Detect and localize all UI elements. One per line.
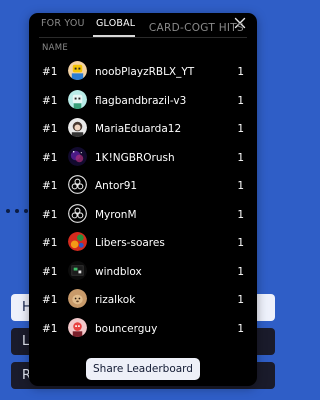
rank: #1 bbox=[42, 322, 58, 335]
rank: #1 bbox=[42, 208, 58, 221]
username: MyronM bbox=[95, 208, 137, 221]
username: rizalkok bbox=[95, 294, 136, 306]
column-header-hits: CARD-COGT HITS bbox=[148, 22, 244, 34]
username: flagbandbrazil-v3 bbox=[95, 94, 187, 107]
biohazard-avatar-icon bbox=[68, 203, 87, 223]
username: 1K!NGBROrush bbox=[95, 151, 175, 164]
tab-for-you[interactable]: FOR YOU bbox=[41, 18, 85, 29]
rank: #1 bbox=[42, 94, 58, 107]
leaderboard-row[interactable]: #1 1K!NGBROrush 1 bbox=[29, 143, 257, 172]
hit-count: 1 bbox=[237, 208, 244, 221]
hit-count: 1 bbox=[237, 66, 244, 78]
username: Antor91 bbox=[95, 180, 138, 192]
leaderboard-row[interactable]: #1 windblox 1 bbox=[29, 257, 257, 286]
hit-count: 1 bbox=[237, 322, 244, 335]
header-divider bbox=[39, 37, 247, 38]
leaderboard-list: #1 noobPlayzRBLX_YT 1 #1 flagbandbrazil-… bbox=[29, 57, 257, 342]
hit-count: 1 bbox=[237, 180, 244, 192]
username: bouncerguy bbox=[95, 322, 158, 335]
tab-global[interactable]: GLOBAL bbox=[96, 18, 135, 29]
hit-count: 1 bbox=[237, 294, 244, 306]
biohazard-avatar-icon bbox=[68, 175, 87, 194]
rank: #1 bbox=[42, 294, 58, 306]
share-leaderboard-button[interactable]: Share Leaderboard bbox=[86, 358, 200, 380]
leaderboard-row[interactable]: #1 rizalkok 1 bbox=[29, 285, 257, 314]
person-avatar-icon bbox=[68, 118, 87, 137]
username: MariaEduarda12 bbox=[95, 123, 182, 135]
leaderboard-row[interactable]: #1 Libers-soares 1 bbox=[29, 228, 257, 257]
roblox-avatar-icon bbox=[68, 61, 87, 80]
hit-count: 1 bbox=[237, 265, 244, 278]
leaderboard-row[interactable]: #1 Antor91 1 bbox=[29, 171, 257, 200]
leaderboard-row[interactable]: #1 bouncerguy 1 bbox=[29, 314, 257, 343]
color-avatar-icon bbox=[68, 232, 87, 251]
game-avatar-icon bbox=[68, 260, 87, 280]
leaderboard-row[interactable]: #1 MariaEduarda12 1 bbox=[29, 114, 257, 143]
rank: #1 bbox=[42, 237, 58, 249]
leaderboard-row[interactable]: #1 MyronM 1 bbox=[29, 200, 257, 229]
rank: #1 bbox=[42, 123, 58, 135]
rank: #1 bbox=[42, 180, 58, 192]
username: Libers-soares bbox=[95, 237, 165, 249]
galaxy-avatar-icon bbox=[68, 146, 87, 166]
hit-count: 1 bbox=[237, 237, 244, 249]
username: windblox bbox=[95, 265, 142, 278]
column-header-name: NAME bbox=[42, 43, 69, 53]
leaderboard-modal: FOR YOU GLOBAL NAME CARD-COGT HITS #1 no… bbox=[29, 13, 257, 386]
rank: #1 bbox=[42, 265, 58, 278]
username: noobPlayzRBLX_YT bbox=[95, 66, 195, 78]
roblox-avatar-icon bbox=[68, 89, 87, 109]
hit-count: 1 bbox=[237, 123, 244, 135]
rank: #1 bbox=[42, 66, 58, 78]
leaderboard-row[interactable]: #1 noobPlayzRBLX_YT 1 bbox=[29, 57, 257, 86]
rank: #1 bbox=[42, 151, 58, 164]
leaderboard-row[interactable]: #1 flagbandbrazil-v3 1 bbox=[29, 86, 257, 115]
hit-count: 1 bbox=[237, 151, 244, 164]
animal-avatar-icon bbox=[68, 289, 87, 308]
hit-count: 1 bbox=[237, 94, 244, 107]
character-avatar-icon bbox=[68, 317, 87, 337]
background-dots bbox=[6, 209, 28, 213]
